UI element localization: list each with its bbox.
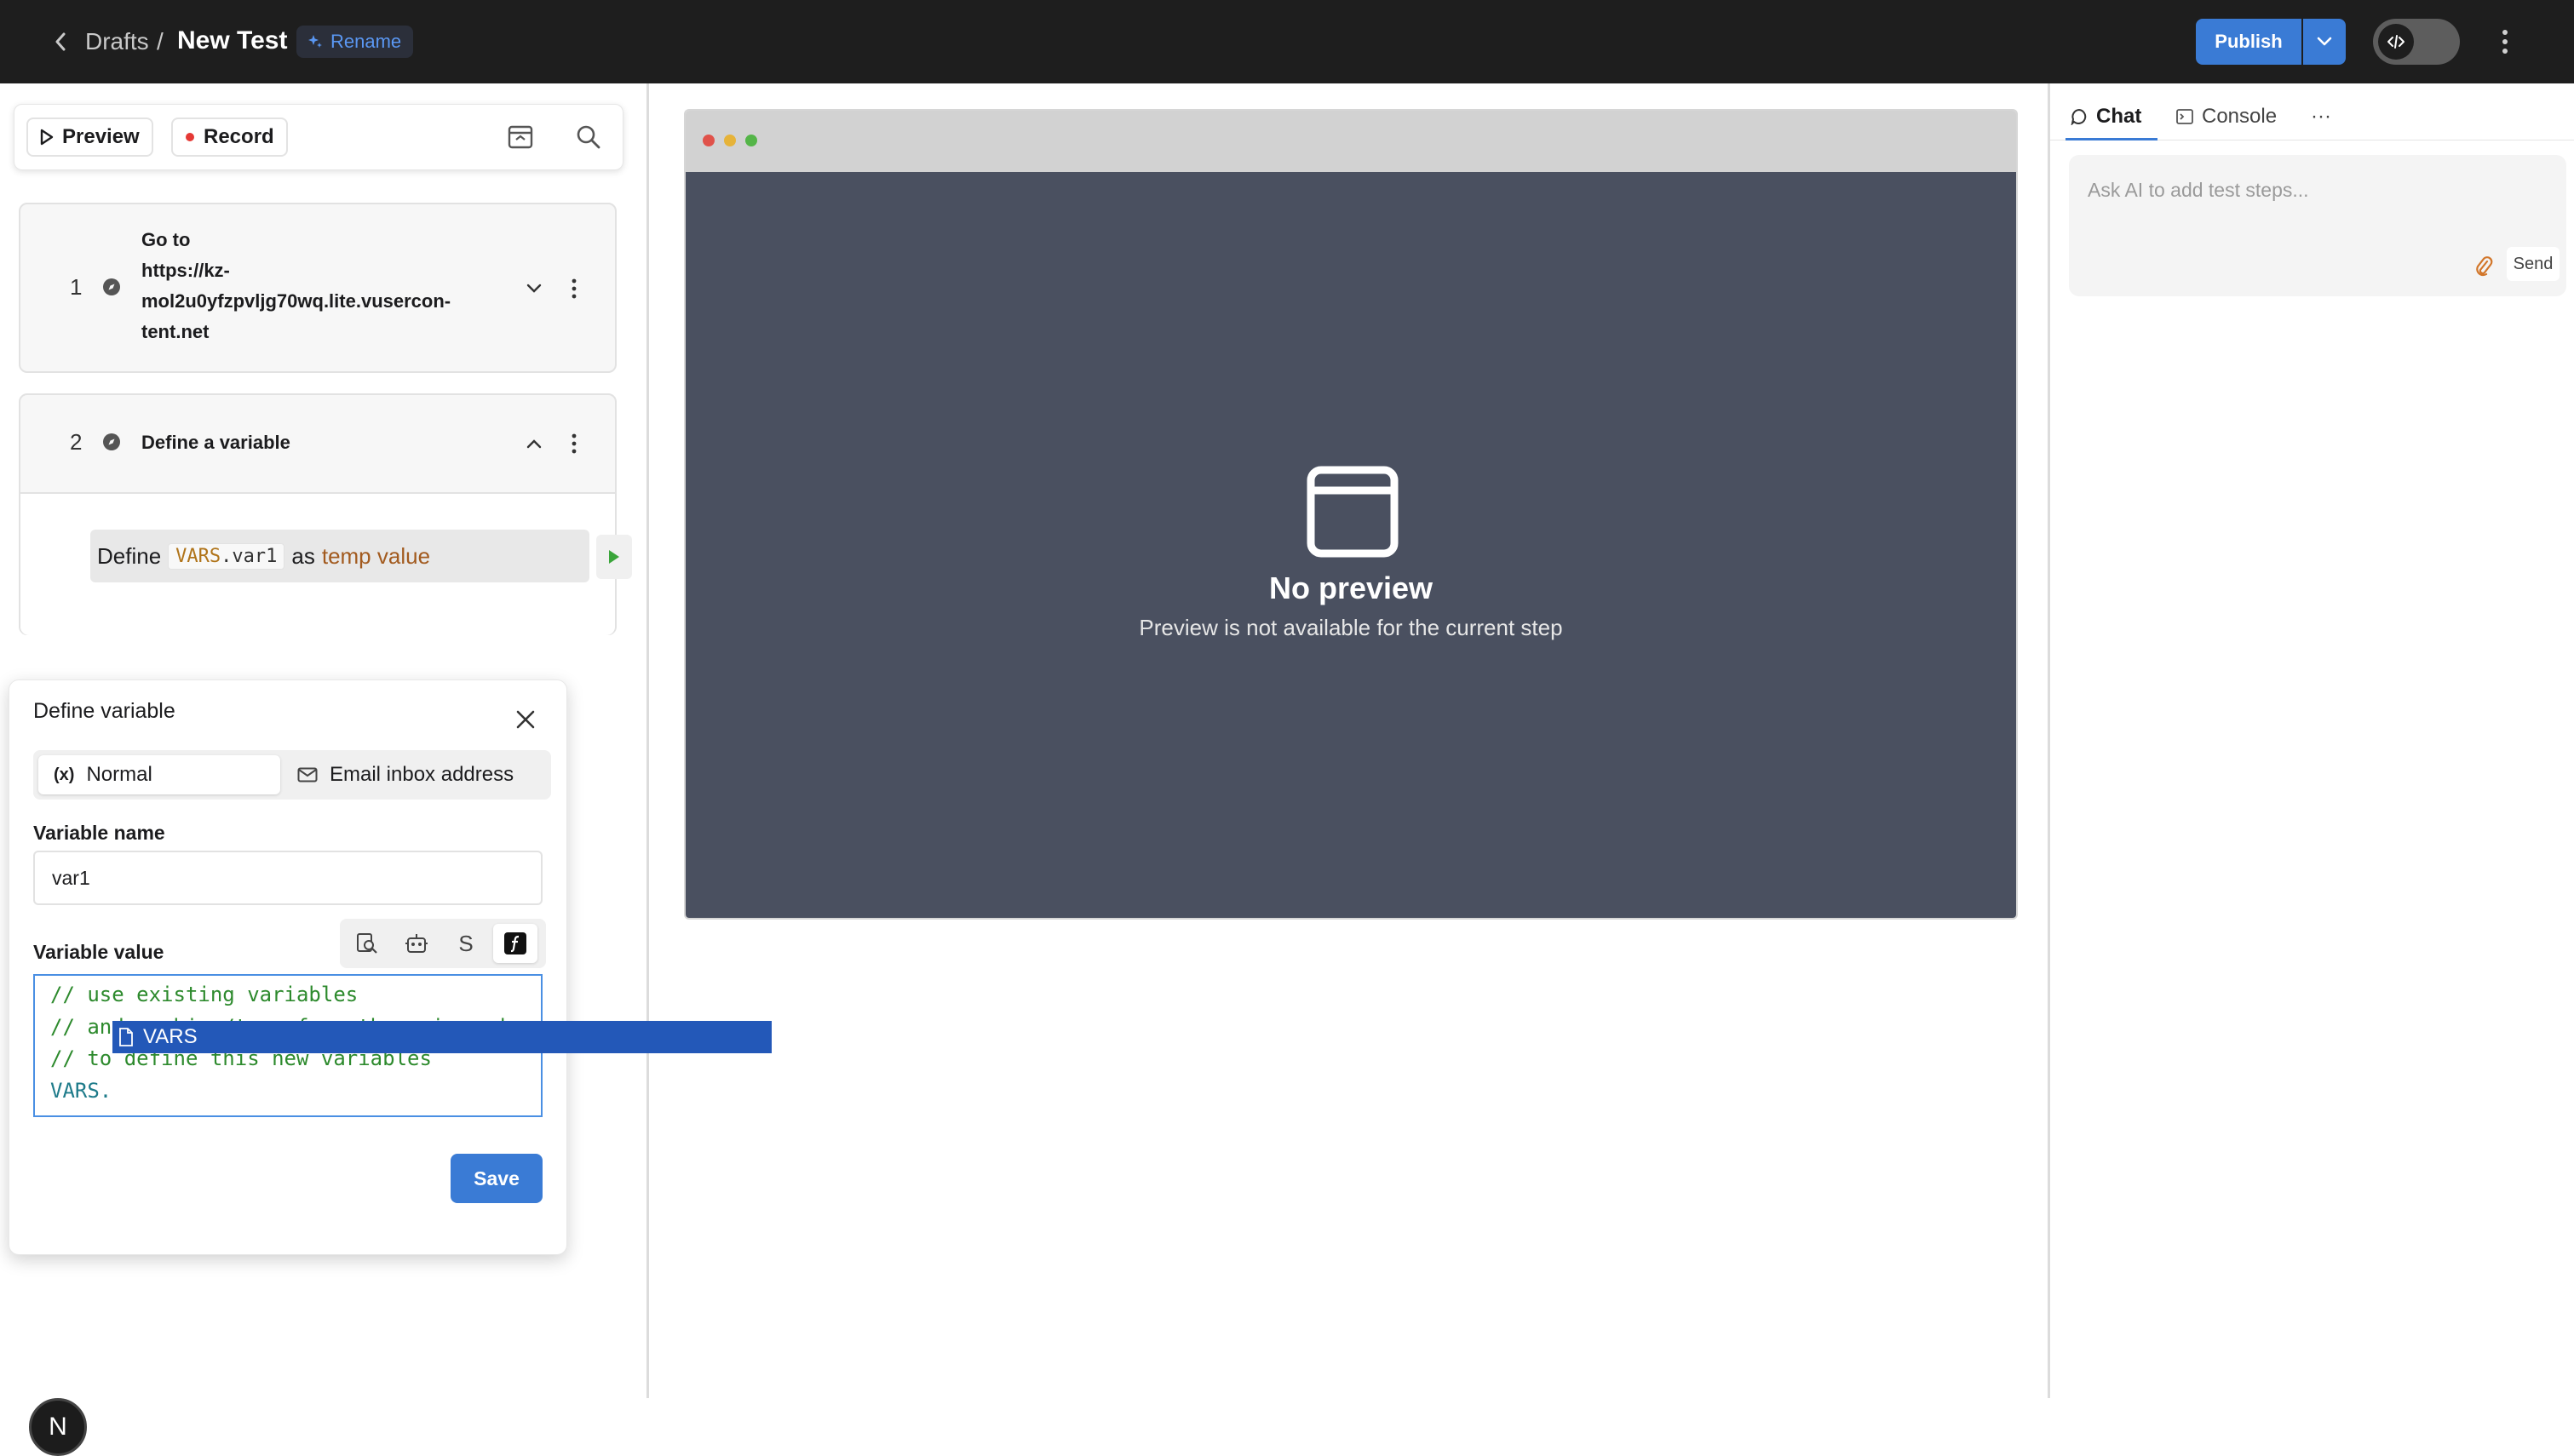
define-as: as	[291, 542, 315, 569]
autocomplete-item-label: VARS	[143, 1025, 198, 1048]
no-preview-title: No preview	[1268, 570, 1434, 605]
type-normal-label: Normal	[86, 763, 152, 786]
step-menu-icon[interactable]	[566, 274, 583, 303]
more-options-icon[interactable]	[2492, 22, 2518, 61]
var-namespace: VARS	[175, 545, 221, 567]
type-normal-option[interactable]: (x) Normal	[38, 755, 280, 794]
rename-label: Rename	[330, 31, 402, 52]
browser-chrome	[686, 111, 2016, 172]
variable-code-tag: VARS.var1	[168, 542, 285, 570]
sparkle-icon	[307, 33, 324, 50]
variable-icon: (x)	[54, 765, 75, 784]
close-dot-icon	[703, 135, 715, 146]
record-label: Record	[204, 125, 274, 148]
code-function-icon[interactable]	[493, 924, 537, 963]
save-button[interactable]: Save	[451, 1154, 543, 1203]
define-value: temp value	[321, 542, 431, 569]
run-step-button[interactable]	[596, 535, 632, 579]
preview-label: Preview	[62, 125, 140, 148]
step-card-1[interactable]: 1 Go to https://kz- mol2u0yfzpvljg70wq.l…	[19, 203, 617, 373]
chevron-down-icon[interactable]	[521, 276, 547, 301]
play-icon	[40, 129, 54, 146]
rename-button[interactable]: Rename	[296, 26, 414, 58]
chat-input-placeholder[interactable]: Ask AI to add test steps...	[2088, 179, 2309, 202]
define-variable-dialog: Define variable (x) Normal Email inbox a…	[9, 679, 567, 1255]
step-number: 1	[70, 274, 83, 300]
avatar[interactable]: N	[29, 1398, 87, 1456]
variable-name-input[interactable]: var1	[33, 851, 543, 905]
tab-console-label: Console	[2202, 105, 2278, 128]
active-tab-indicator	[2066, 138, 2157, 140]
variable-name-label: Variable name	[33, 822, 165, 844]
browser-preview-frame: No preview Preview is not available for …	[684, 109, 2018, 920]
terminal-icon	[2176, 109, 2193, 124]
assistant-panel: Chat Console ··· Ask AI to add test step…	[2048, 83, 2574, 1398]
close-icon[interactable]	[508, 702, 543, 737]
chat-bubble-icon	[2071, 108, 2088, 125]
publish-dropdown-button[interactable]	[2303, 19, 2346, 65]
compass-icon	[102, 278, 121, 296]
tab-more[interactable]: ···	[2311, 95, 2331, 138]
breadcrumb-drafts[interactable]: Drafts	[85, 26, 149, 58]
element-inspect-icon[interactable]	[345, 924, 389, 963]
step-text-line: Go to	[141, 229, 191, 250]
ai-bot-icon[interactable]	[394, 924, 439, 963]
preview-viewport: No preview Preview is not available for …	[686, 172, 2016, 918]
dialog-title: Define variable	[33, 699, 175, 723]
variable-type-selector: (x) Normal Email inbox address	[33, 750, 551, 800]
chat-input-box[interactable]: Ask AI to add test steps... Send	[2069, 155, 2566, 296]
code-mode-toggle[interactable]	[2373, 19, 2460, 65]
search-icon[interactable]	[570, 118, 607, 156]
breadcrumb-separator: /	[157, 28, 164, 54]
code-line: // use existing variables	[50, 983, 359, 1006]
preview-button[interactable]: Preview	[26, 118, 153, 157]
type-email-option[interactable]: Email inbox address	[282, 755, 546, 794]
page-title: New Test	[177, 26, 288, 54]
tab-chat[interactable]: Chat	[2071, 95, 2141, 138]
step-card-2[interactable]: 2 Define a variable	[19, 393, 617, 635]
play-icon	[607, 548, 621, 565]
code-line: VARS.	[50, 1078, 112, 1103]
mail-icon	[297, 767, 318, 782]
back-chevron-icon[interactable]	[48, 26, 73, 58]
variable-value-label: Variable value	[33, 941, 164, 963]
autocomplete-suggestion[interactable]: VARS	[112, 1021, 772, 1053]
maximize-dot-icon	[745, 135, 757, 146]
step-text-line: mol2u0yfzpvljg70wq.lite.vusercon-	[141, 290, 451, 312]
collapse-panel-icon[interactable]	[502, 118, 539, 156]
steps-panel: Preview Record 1 Go to https://kz- mol2u…	[0, 83, 649, 1456]
record-dot-icon	[185, 132, 195, 142]
file-icon	[118, 1027, 135, 1047]
step-title: Define a variable	[141, 432, 290, 453]
send-button[interactable]: Send	[2507, 247, 2560, 281]
step-text-line: tent.net	[141, 321, 210, 342]
var-name: .var1	[221, 545, 278, 567]
step-text-line: https://kz-	[141, 260, 230, 281]
code-icon	[2378, 24, 2414, 60]
chevron-up-icon[interactable]	[521, 431, 547, 456]
tab-chat-label: Chat	[2096, 105, 2142, 128]
minimize-dot-icon	[724, 135, 736, 146]
compass-icon	[102, 433, 121, 451]
step-number: 2	[70, 429, 83, 455]
step-text: Go to https://kz- mol2u0yfzpvljg70wq.lit…	[141, 225, 451, 347]
step-menu-icon[interactable]	[566, 429, 583, 458]
publish-button[interactable]: Publish	[2196, 19, 2301, 65]
define-variable-summary[interactable]: Define VARS.var1 as temp value	[90, 530, 589, 582]
define-prefix: Define	[97, 542, 162, 569]
tab-console[interactable]: Console	[2176, 95, 2277, 138]
paperclip-icon[interactable]	[2471, 252, 2496, 281]
steps-toolbar: Preview Record	[14, 104, 623, 170]
browser-window-icon	[1306, 465, 1399, 559]
string-mode-button[interactable]: S	[444, 924, 488, 963]
type-email-label: Email inbox address	[330, 763, 514, 786]
value-mode-selector: S	[340, 919, 546, 968]
chevron-down-icon	[2316, 37, 2333, 47]
top-bar: Drafts / New Test Rename Publish	[0, 0, 2574, 83]
record-button[interactable]: Record	[171, 118, 288, 157]
no-preview-subtitle: Preview is not available for the current…	[1139, 615, 1563, 640]
